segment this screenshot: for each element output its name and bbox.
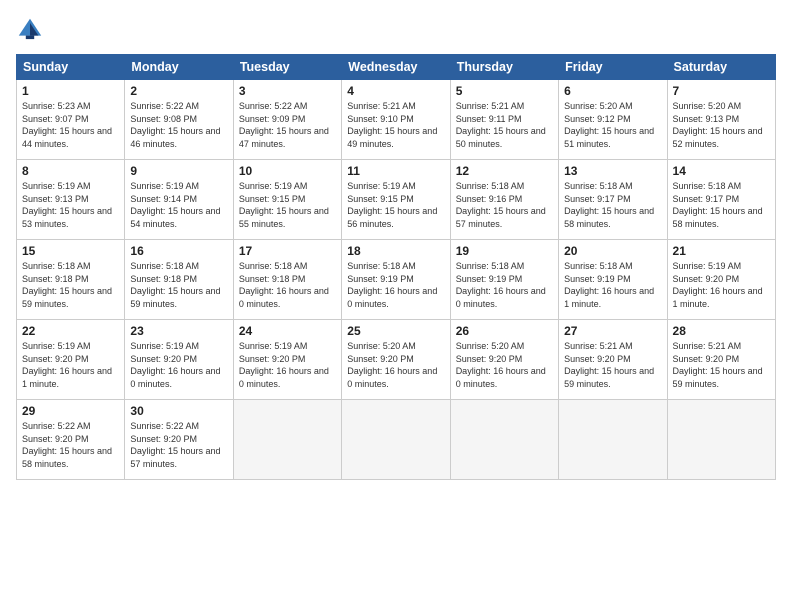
table-row: 4Sunrise: 5:21 AM Sunset: 9:10 PM Daylig…: [342, 80, 450, 160]
table-row: 11Sunrise: 5:19 AM Sunset: 9:15 PM Dayli…: [342, 160, 450, 240]
calendar-week-3: 22Sunrise: 5:19 AM Sunset: 9:20 PM Dayli…: [17, 320, 776, 400]
calendar-week-1: 8Sunrise: 5:19 AM Sunset: 9:13 PM Daylig…: [17, 160, 776, 240]
col-header-sunday: Sunday: [17, 55, 125, 80]
table-row: 17Sunrise: 5:18 AM Sunset: 9:18 PM Dayli…: [233, 240, 341, 320]
header: [16, 16, 776, 44]
calendar-header-row: SundayMondayTuesdayWednesdayThursdayFrid…: [17, 55, 776, 80]
table-row: 2Sunrise: 5:22 AM Sunset: 9:08 PM Daylig…: [125, 80, 233, 160]
table-row: 30Sunrise: 5:22 AM Sunset: 9:20 PM Dayli…: [125, 400, 233, 480]
table-row: 9Sunrise: 5:19 AM Sunset: 9:14 PM Daylig…: [125, 160, 233, 240]
calendar-table: SundayMondayTuesdayWednesdayThursdayFrid…: [16, 54, 776, 480]
col-header-friday: Friday: [559, 55, 667, 80]
calendar-week-0: 1Sunrise: 5:23 AM Sunset: 9:07 PM Daylig…: [17, 80, 776, 160]
table-row: 23Sunrise: 5:19 AM Sunset: 9:20 PM Dayli…: [125, 320, 233, 400]
table-row: [342, 400, 450, 480]
col-header-thursday: Thursday: [450, 55, 558, 80]
calendar-week-4: 29Sunrise: 5:22 AM Sunset: 9:20 PM Dayli…: [17, 400, 776, 480]
table-row: 13Sunrise: 5:18 AM Sunset: 9:17 PM Dayli…: [559, 160, 667, 240]
table-row: 27Sunrise: 5:21 AM Sunset: 9:20 PM Dayli…: [559, 320, 667, 400]
table-row: 22Sunrise: 5:19 AM Sunset: 9:20 PM Dayli…: [17, 320, 125, 400]
col-header-monday: Monday: [125, 55, 233, 80]
col-header-saturday: Saturday: [667, 55, 775, 80]
table-row: 21Sunrise: 5:19 AM Sunset: 9:20 PM Dayli…: [667, 240, 775, 320]
table-row: 19Sunrise: 5:18 AM Sunset: 9:19 PM Dayli…: [450, 240, 558, 320]
table-row: 7Sunrise: 5:20 AM Sunset: 9:13 PM Daylig…: [667, 80, 775, 160]
table-row: 3Sunrise: 5:22 AM Sunset: 9:09 PM Daylig…: [233, 80, 341, 160]
page: SundayMondayTuesdayWednesdayThursdayFrid…: [0, 0, 792, 612]
table-row: 8Sunrise: 5:19 AM Sunset: 9:13 PM Daylig…: [17, 160, 125, 240]
logo: [16, 16, 48, 44]
calendar-week-2: 15Sunrise: 5:18 AM Sunset: 9:18 PM Dayli…: [17, 240, 776, 320]
table-row: [667, 400, 775, 480]
table-row: 12Sunrise: 5:18 AM Sunset: 9:16 PM Dayli…: [450, 160, 558, 240]
table-row: 18Sunrise: 5:18 AM Sunset: 9:19 PM Dayli…: [342, 240, 450, 320]
col-header-tuesday: Tuesday: [233, 55, 341, 80]
table-row: 6Sunrise: 5:20 AM Sunset: 9:12 PM Daylig…: [559, 80, 667, 160]
table-row: 20Sunrise: 5:18 AM Sunset: 9:19 PM Dayli…: [559, 240, 667, 320]
table-row: 24Sunrise: 5:19 AM Sunset: 9:20 PM Dayli…: [233, 320, 341, 400]
table-row: [559, 400, 667, 480]
table-row: 26Sunrise: 5:20 AM Sunset: 9:20 PM Dayli…: [450, 320, 558, 400]
table-row: 16Sunrise: 5:18 AM Sunset: 9:18 PM Dayli…: [125, 240, 233, 320]
col-header-wednesday: Wednesday: [342, 55, 450, 80]
logo-icon: [16, 16, 44, 44]
table-row: 10Sunrise: 5:19 AM Sunset: 9:15 PM Dayli…: [233, 160, 341, 240]
table-row: 14Sunrise: 5:18 AM Sunset: 9:17 PM Dayli…: [667, 160, 775, 240]
table-row: 5Sunrise: 5:21 AM Sunset: 9:11 PM Daylig…: [450, 80, 558, 160]
table-row: 1Sunrise: 5:23 AM Sunset: 9:07 PM Daylig…: [17, 80, 125, 160]
table-row: 28Sunrise: 5:21 AM Sunset: 9:20 PM Dayli…: [667, 320, 775, 400]
table-row: 29Sunrise: 5:22 AM Sunset: 9:20 PM Dayli…: [17, 400, 125, 480]
table-row: 25Sunrise: 5:20 AM Sunset: 9:20 PM Dayli…: [342, 320, 450, 400]
table-row: [233, 400, 341, 480]
table-row: [450, 400, 558, 480]
table-row: 15Sunrise: 5:18 AM Sunset: 9:18 PM Dayli…: [17, 240, 125, 320]
